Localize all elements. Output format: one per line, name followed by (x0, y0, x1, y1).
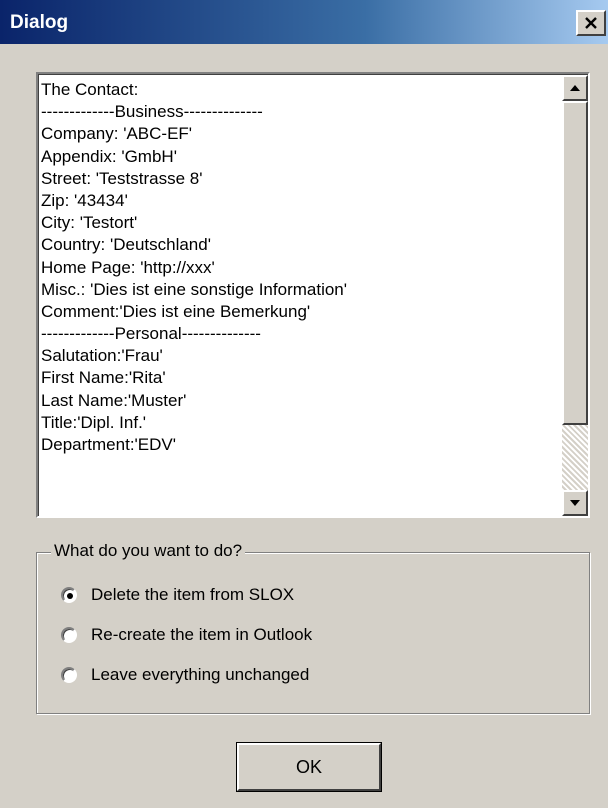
scroll-up-arrow-icon (570, 85, 580, 91)
contact-line: The Contact: (41, 80, 139, 99)
radio-label: Delete the item from SLOX (91, 585, 295, 604)
scroll-thumb[interactable] (562, 101, 588, 425)
contact-line: Last Name:'Muster' (41, 390, 187, 410)
close-icon (585, 17, 597, 29)
scroll-down-button[interactable] (562, 490, 588, 516)
vertical-scrollbar[interactable] (562, 75, 588, 516)
radio-delete-from-slox[interactable]: Delete the item from SLOX (61, 583, 294, 607)
contact-line: Salutation:'Frau' (41, 346, 163, 366)
radio-button[interactable] (61, 667, 77, 683)
ok-button[interactable]: OK (236, 742, 382, 792)
dialog-window: Dialog The Contact: -------------Business… (0, 0, 608, 808)
scroll-down-arrow-icon (570, 500, 580, 506)
contact-line: -------------Business-------------- (41, 102, 263, 122)
dialog-client-area: The Contact: -------------Business-------… (0, 44, 608, 808)
contact-line: City: 'Testort' (41, 213, 138, 233)
contact-line: Misc.: 'Dies ist eine sonstige Informati… (41, 279, 347, 299)
contact-line: Title:'Dipl. Inf.' (41, 412, 147, 432)
radio-button[interactable] (61, 587, 77, 603)
action-groupbox: What do you want to do? Delete the item … (36, 541, 590, 714)
radio-button[interactable] (61, 627, 77, 643)
action-group-title: What do you want to do? (51, 541, 246, 561)
contact-line: Comment:'Dies ist eine Bemerkung' (41, 301, 311, 321)
contact-line: Zip: '43434' (41, 190, 128, 210)
ok-button-label: OK (237, 743, 381, 791)
contact-line: First Name:'Rita' (41, 368, 166, 388)
contact-line: Department:'EDV' (41, 435, 176, 454)
contact-lines: The Contact: -------------Business-------… (41, 79, 561, 456)
contact-line: -------------Personal-------------- (41, 324, 261, 344)
contact-line: Appendix: 'GmbH' (41, 146, 177, 166)
window-title: Dialog (10, 12, 69, 33)
close-button[interactable] (576, 10, 606, 36)
title-bar[interactable]: Dialog (0, 0, 608, 44)
radio-recreate-in-outlook[interactable]: Re-create the item in Outlook (61, 623, 312, 647)
contact-details-listbox[interactable]: The Contact: -------------Business-------… (36, 72, 590, 518)
contact-line: Country: 'Deutschland' (41, 235, 211, 255)
contact-line: Home Page: 'http://xxx' (41, 257, 215, 277)
radio-leave-unchanged[interactable]: Leave everything unchanged (61, 663, 309, 687)
contact-line: Company: 'ABC-EF' (41, 124, 193, 144)
radio-label: Leave everything unchanged (91, 665, 310, 684)
scroll-up-button[interactable] (562, 75, 588, 101)
radio-label: Re-create the item in Outlook (91, 625, 313, 644)
listbox-frame: The Contact: -------------Business-------… (38, 74, 588, 516)
contact-line: Street: 'Teststrasse 8' (41, 168, 203, 188)
